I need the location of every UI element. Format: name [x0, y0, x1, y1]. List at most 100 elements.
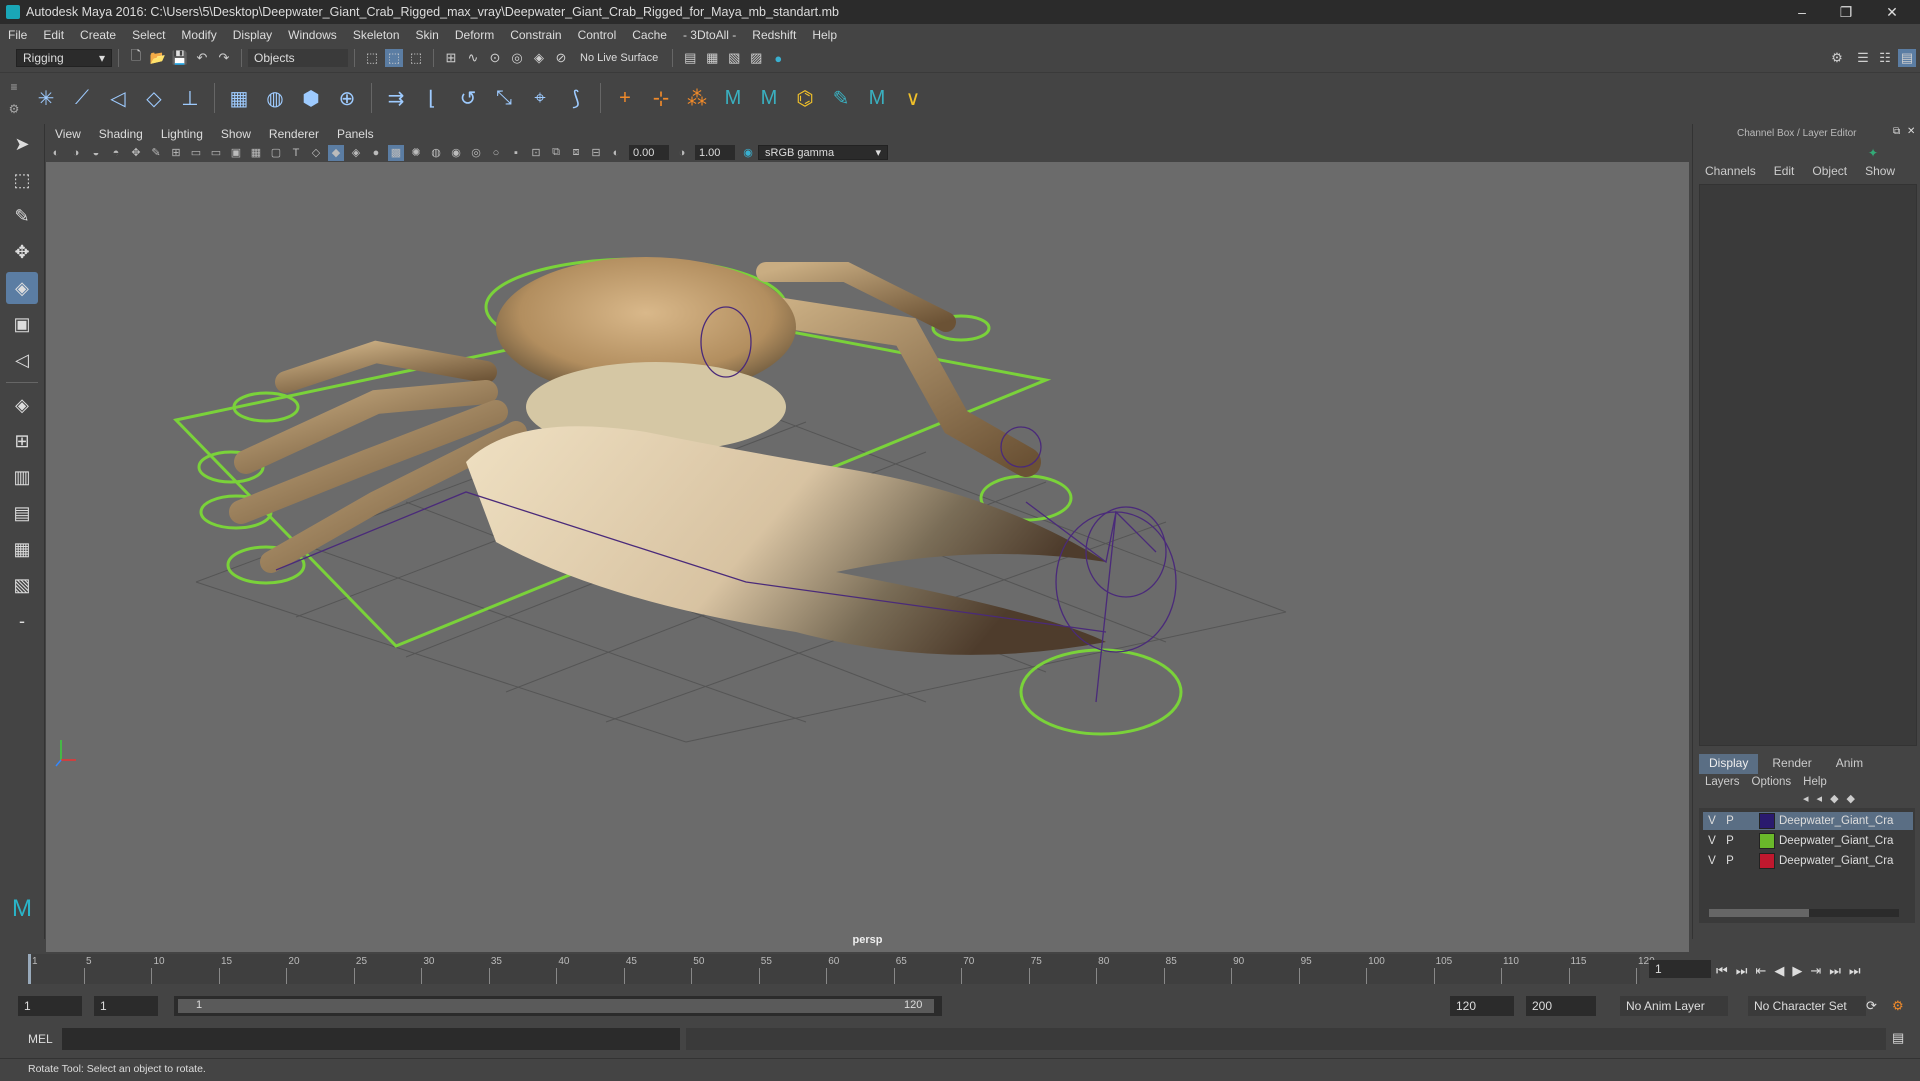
- snap-point-icon[interactable]: ⊙: [486, 49, 504, 67]
- animation-end-field[interactable]: 200: [1526, 996, 1596, 1016]
- film-gate-icon[interactable]: ▭: [188, 145, 204, 161]
- quick-rig-icon[interactable]: ⌬: [790, 83, 820, 113]
- render-frame-icon[interactable]: ▦: [703, 49, 721, 67]
- two-d-pan-icon[interactable]: ✥: [128, 145, 144, 161]
- shelf-settings-icon[interactable]: ⚙: [9, 102, 20, 116]
- layer-name[interactable]: Deepwater_Giant_Crab: [1779, 835, 1894, 847]
- menu-constrain[interactable]: Constrain: [502, 28, 569, 42]
- bookmark-icon[interactable]: ◒: [88, 145, 104, 161]
- cluster-icon[interactable]: ⊕: [332, 83, 362, 113]
- command-input[interactable]: [62, 1028, 680, 1050]
- menu-file[interactable]: File: [0, 28, 35, 42]
- xray-components-icon[interactable]: ⊟: [588, 145, 604, 161]
- layer-menu-layers[interactable]: Layers: [1705, 776, 1740, 788]
- range-slider[interactable]: 1 120: [174, 996, 942, 1016]
- gamma-field[interactable]: 1.00: [695, 145, 735, 160]
- camera-select-icon[interactable]: ◐: [48, 145, 64, 161]
- joint-locator-icon[interactable]: ⊹: [646, 83, 676, 113]
- script-language-label[interactable]: MEL: [28, 1032, 53, 1046]
- script-editor-icon[interactable]: ▤: [1892, 1030, 1904, 1046]
- layer-menu-options[interactable]: Options: [1752, 776, 1792, 788]
- ik-handle-icon[interactable]: ⟋: [67, 83, 97, 113]
- save-scene-icon[interactable]: 💾: [171, 49, 189, 67]
- select-hierarchy-icon[interactable]: ⬚: [363, 49, 381, 67]
- ipr-render-icon[interactable]: ▧: [725, 49, 743, 67]
- shelf-options[interactable]: ≡ ⚙: [0, 76, 28, 120]
- channel-box-icon[interactable]: ✦: [1868, 146, 1878, 160]
- open-scene-icon[interactable]: 📂: [149, 49, 167, 67]
- tab-display[interactable]: Display: [1699, 754, 1759, 774]
- menu-help[interactable]: Help: [804, 28, 845, 42]
- channel-box-icon[interactable]: ▤: [1898, 49, 1916, 67]
- current-time-indicator[interactable]: [28, 954, 31, 984]
- layer-visibility-toggle[interactable]: V: [1703, 815, 1721, 827]
- snap-surface-icon[interactable]: ◈: [530, 49, 548, 67]
- menu-modify[interactable]: Modify: [173, 28, 224, 42]
- layer-visibility-toggle[interactable]: V: [1703, 835, 1721, 847]
- channel-menu-channels[interactable]: Channels: [1705, 164, 1756, 178]
- layer-name[interactable]: Deepwater_Giant_Crab: [1779, 815, 1894, 827]
- menu-redshift[interactable]: Redshift: [744, 28, 804, 42]
- shape-editor-icon[interactable]: ∨: [898, 83, 928, 113]
- layer-row[interactable]: V P Deepwater_Giant_Crab: [1703, 852, 1913, 870]
- color-management-icon[interactable]: ◉: [740, 145, 756, 161]
- textured-icon[interactable]: ▩: [388, 144, 404, 161]
- screen-space-ao-icon[interactable]: ◉: [448, 145, 464, 161]
- panel-menu-shading[interactable]: Shading: [90, 127, 152, 141]
- layer-color-swatch[interactable]: [1759, 813, 1775, 829]
- anim-layer-dropdown[interactable]: No Anim Layer: [1620, 996, 1728, 1016]
- isolate-select-icon[interactable]: ⊡: [528, 145, 544, 161]
- grease-pencil-icon[interactable]: ✎: [148, 145, 164, 161]
- snap-grid-icon[interactable]: ⊞: [442, 49, 460, 67]
- time-slider[interactable]: 1 5 10 15 20 25 30 35 40 45 50 55 60 65 70 75 80 85 90 95 10…: [0, 952, 1711, 988]
- hik-control-icon[interactable]: M: [862, 83, 892, 113]
- menu-set-dropdown[interactable]: Rigging ▾: [16, 49, 112, 67]
- gate-mask-icon[interactable]: ▣: [228, 145, 244, 161]
- panel-menu-show[interactable]: Show: [212, 127, 260, 141]
- insert-joint-icon[interactable]: ◇: [139, 83, 169, 113]
- close-panel-icon[interactable]: ✕: [1907, 126, 1915, 137]
- bind-skin-icon[interactable]: ▦: [224, 83, 254, 113]
- menu-edit[interactable]: Edit: [35, 28, 72, 42]
- menu-create[interactable]: Create: [72, 28, 124, 42]
- channel-list[interactable]: [1699, 184, 1917, 746]
- maximize-button[interactable]: ❐: [1826, 0, 1866, 24]
- current-frame-field[interactable]: 1: [1649, 960, 1711, 978]
- menu-select[interactable]: Select: [124, 28, 173, 42]
- move-tool-icon[interactable]: ✥: [6, 236, 38, 268]
- redo-icon[interactable]: ↷: [215, 49, 233, 67]
- animation-preferences-icon[interactable]: ⚙: [1892, 998, 1904, 1014]
- menu-display[interactable]: Display: [225, 28, 280, 42]
- hik-character-icon[interactable]: M: [754, 83, 784, 113]
- tab-render[interactable]: Render: [1758, 754, 1825, 774]
- motion-blur-icon[interactable]: ◎: [468, 145, 484, 161]
- channel-menu-object[interactable]: Object: [1812, 164, 1847, 178]
- new-empty-layer-icon[interactable]: ◆: [1830, 792, 1838, 805]
- modeling-toolkit-icon[interactable]: ⚙: [1828, 49, 1846, 67]
- step-forward-frame-icon[interactable]: ⇥: [1810, 963, 1821, 979]
- new-scene-icon[interactable]: 🗋: [127, 48, 145, 67]
- mirror-joint-icon[interactable]: ⊥: [175, 83, 205, 113]
- shade-wireframe-icon[interactable]: ◈: [348, 145, 364, 161]
- lasso-tool-icon[interactable]: ⬚: [6, 164, 38, 196]
- select-object-icon[interactable]: ⬚: [385, 49, 403, 67]
- menu-skin[interactable]: Skin: [408, 28, 447, 42]
- render-settings-icon[interactable]: ▤: [681, 49, 699, 67]
- move-layer-up-icon[interactable]: ◂: [1803, 792, 1809, 805]
- snap-curve-icon[interactable]: ∿: [464, 49, 482, 67]
- default-material-icon[interactable]: ●: [368, 145, 384, 161]
- playback-start-field[interactable]: 1: [94, 996, 158, 1016]
- attribute-editor-icon[interactable]: ☰: [1854, 49, 1872, 67]
- step-back-frame-icon[interactable]: ⇤: [1755, 963, 1766, 979]
- playback-end-field[interactable]: 120: [1450, 996, 1514, 1016]
- tab-anim[interactable]: Anim: [1826, 754, 1873, 774]
- menu-deform[interactable]: Deform: [447, 28, 502, 42]
- hik-icon[interactable]: M: [718, 83, 748, 113]
- layer-playback-toggle[interactable]: P: [1721, 855, 1739, 867]
- layer-row[interactable]: V P Deepwater_Giant_Crab: [1703, 832, 1913, 850]
- menu-control[interactable]: Control: [570, 28, 625, 42]
- make-live-icon[interactable]: ⊘: [552, 49, 570, 67]
- character-set-dropdown[interactable]: No Character Set: [1748, 996, 1866, 1016]
- orient-constraint-icon[interactable]: ↺: [453, 83, 483, 113]
- minimize-button[interactable]: –: [1782, 0, 1822, 24]
